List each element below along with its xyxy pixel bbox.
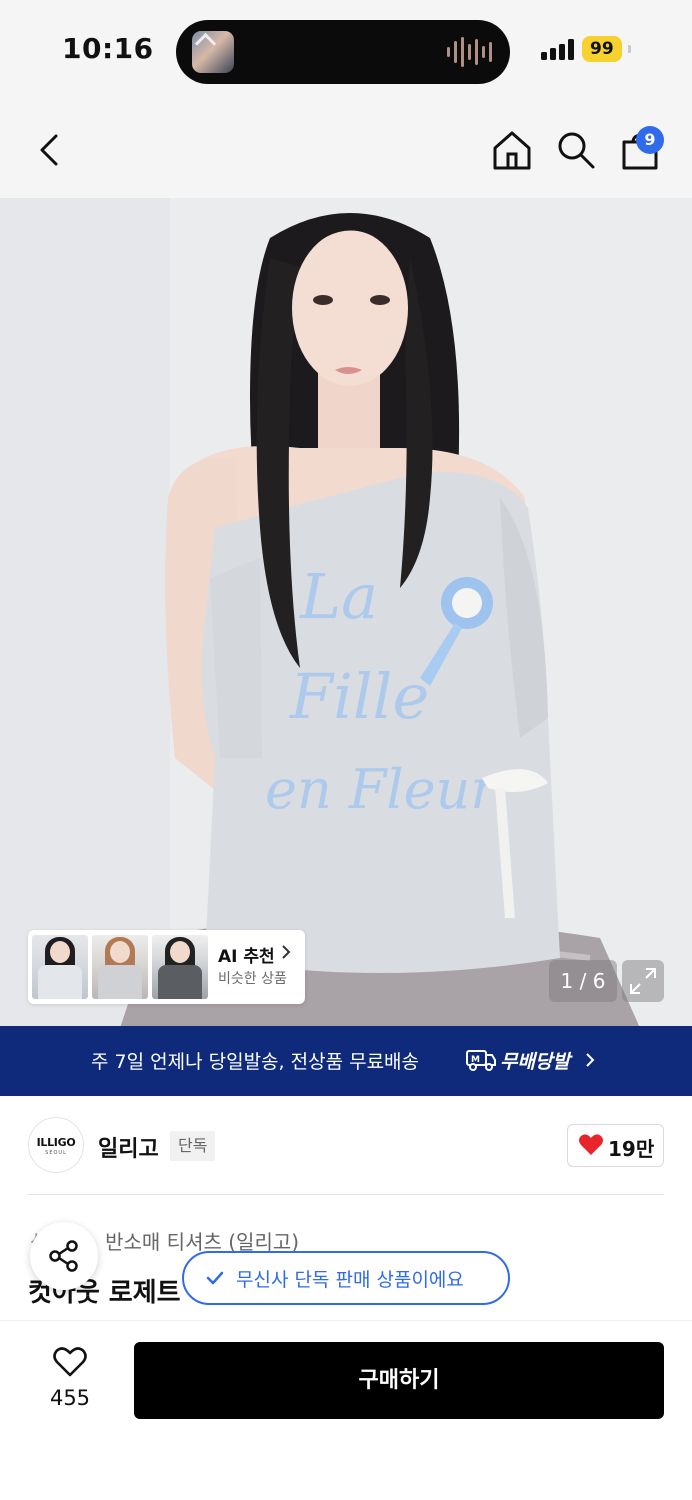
svg-text:M: M [471, 1055, 480, 1065]
recommend-thumbnail[interactable] [32, 935, 88, 999]
recommend-thumbnail[interactable] [92, 935, 148, 999]
share-button[interactable] [30, 1222, 98, 1290]
exclusive-notice-text: 무신사 단독 판매 상품이에요 [236, 1269, 464, 1291]
home-icon[interactable] [490, 128, 534, 172]
recommend-thumbnail[interactable] [152, 935, 208, 999]
wish-count: 455 [49, 1386, 91, 1410]
buy-button[interactable]: 구매하기 [134, 1342, 664, 1419]
heart-outline-icon[interactable] [52, 1345, 88, 1379]
brand-like-count: 19만 [608, 1137, 655, 1161]
ai-recommend-title[interactable]: AI 추천 [218, 942, 275, 967]
image-page-indicator: 1 / 6 [549, 960, 617, 1002]
heart-filled-icon [579, 1134, 603, 1155]
search-icon[interactable] [554, 128, 598, 172]
product-hero-image[interactable]: La Fille en Fleur [0, 198, 692, 1028]
dynamic-island[interactable] [176, 20, 510, 84]
delivery-truck-icon: M [466, 1050, 496, 1071]
ai-recommend-subtitle: 비슷한 상품 [218, 971, 287, 987]
status-time: 10:16 [62, 32, 154, 65]
expand-button[interactable] [622, 960, 664, 1002]
print-text-2: Fille [289, 660, 429, 733]
now-playing-thumbnail [192, 31, 234, 73]
brand-name[interactable]: 일리고 [98, 1131, 159, 1163]
chevron-right-icon [282, 945, 291, 959]
print-text-1: La [299, 560, 378, 633]
audio-wave-icon [447, 37, 492, 67]
divider [28, 1194, 664, 1195]
print-text-3: en Fleur [265, 758, 499, 821]
delivery-logo-text: 무배당발 [500, 1051, 570, 1073]
model-photo: La Fille en Fleur [0, 198, 692, 1028]
battery-indicator: 99 [582, 36, 622, 62]
brand-logo-subtext: SEOUL [45, 1150, 67, 1156]
chevron-right-icon [586, 1053, 595, 1067]
signal-icon [541, 38, 574, 60]
battery-cap [628, 45, 631, 53]
exclusive-tag: 단독 [170, 1131, 216, 1161]
chevron-left-icon[interactable] [32, 128, 72, 172]
check-icon [206, 1271, 224, 1285]
cart-count-badge: 9 [636, 126, 664, 154]
expand-icon [630, 968, 656, 994]
share-icon [49, 1240, 78, 1272]
brand-logo-text: ILLIGO [36, 1136, 76, 1149]
delivery-banner-text: 주 7일 언제나 당일발송, 전상품 무료배송 [91, 1051, 420, 1073]
